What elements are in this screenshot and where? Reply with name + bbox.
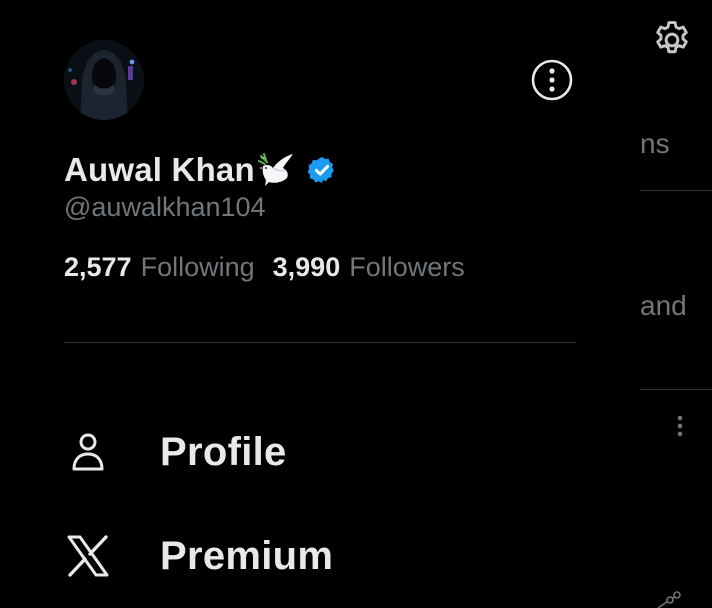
hooded-figure-image — [64, 40, 144, 120]
menu-item-premium[interactable]: Premium — [64, 526, 524, 586]
menu-item-profile[interactable]: Profile — [64, 422, 524, 482]
following-stat[interactable]: 2,577 Following — [64, 252, 255, 283]
menu-item-label: Premium — [160, 534, 333, 579]
x-logo-icon — [64, 532, 112, 580]
background-divider — [640, 190, 712, 191]
background-divider — [640, 389, 712, 390]
person-icon — [64, 428, 112, 476]
settings-gear-icon[interactable] — [650, 18, 694, 62]
side-drawer: Auwal Khan @auwalkhan104 2,577 Following… — [0, 0, 640, 605]
background-text-fragment: and — [640, 290, 687, 322]
dove-emoji-icon — [257, 152, 297, 188]
background-text-fragment: ns — [640, 128, 670, 160]
followers-label: Followers — [349, 252, 465, 283]
following-count: 2,577 — [64, 252, 132, 283]
user-handle[interactable]: @auwalkhan104 — [64, 192, 266, 223]
display-name[interactable]: Auwal Khan — [64, 151, 255, 189]
verified-badge-icon[interactable] — [307, 155, 337, 185]
more-vertical-icon[interactable] — [670, 412, 690, 444]
followers-stat[interactable]: 3,990 Followers — [273, 252, 465, 283]
menu-item-label: Profile — [160, 430, 287, 475]
more-options-button[interactable] — [530, 58, 574, 102]
avatar[interactable] — [64, 40, 144, 120]
following-label: Following — [141, 252, 255, 283]
display-name-row: Auwal Khan — [64, 148, 337, 192]
divider — [64, 342, 576, 343]
follow-stats: 2,577 Following 3,990 Followers — [64, 252, 465, 283]
share-icon[interactable] — [650, 588, 684, 608]
followers-count: 3,990 — [273, 252, 341, 283]
